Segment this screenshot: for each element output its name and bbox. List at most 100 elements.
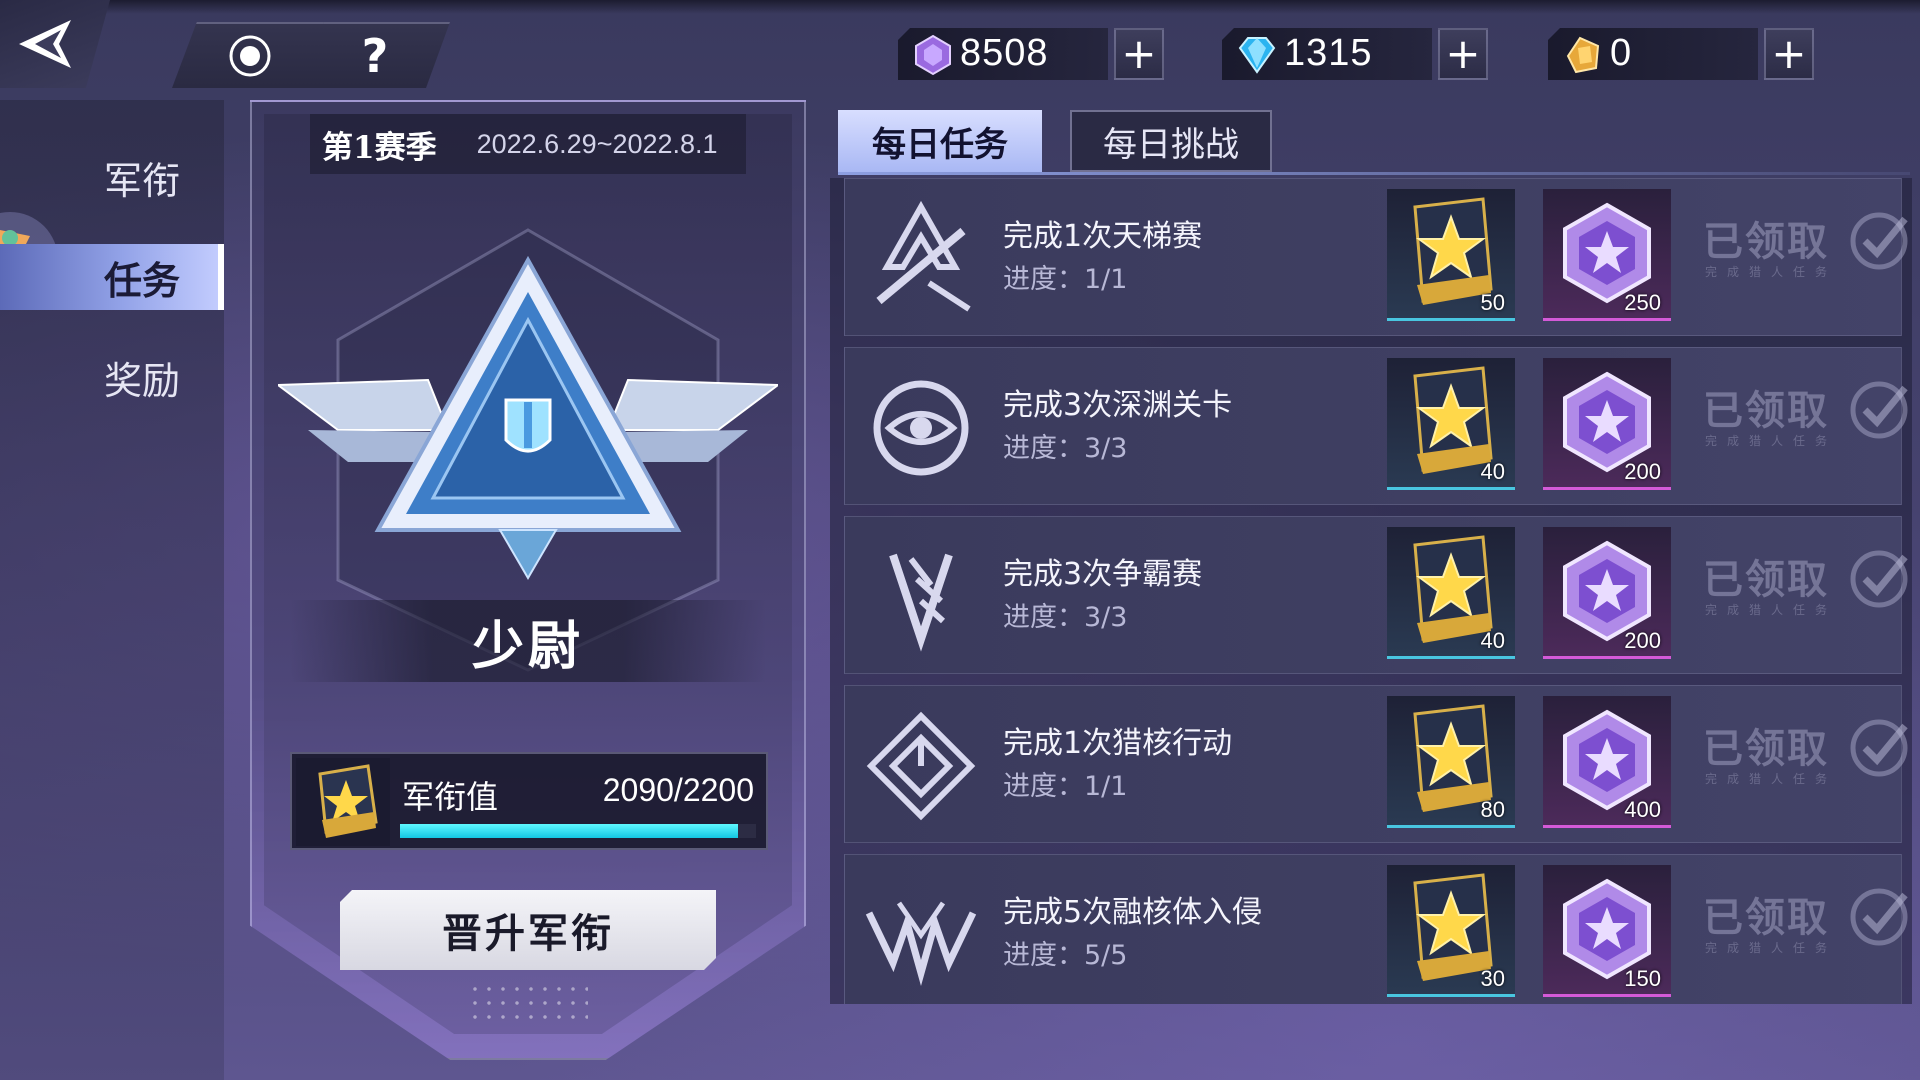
target-icon <box>229 35 270 77</box>
currency-gold-crystal: 0 + <box>1548 24 1814 84</box>
purple-gem-reward[interactable]: 400 <box>1543 696 1671 828</box>
task-title: 完成1次天梯赛 <box>1003 219 1203 254</box>
back-button[interactable] <box>0 0 110 88</box>
add-currency-button[interactable]: + <box>1438 28 1488 80</box>
checkmark-icon <box>1850 888 1908 946</box>
tab-daily-tasks[interactable]: 每日任务 <box>838 110 1042 172</box>
task-title: 完成3次深渊关卡 <box>1003 388 1233 423</box>
tab-daily-challenge[interactable]: 每日挑战 <box>1070 110 1272 172</box>
claimed-label: 已领取 <box>1703 894 1829 941</box>
season-title: 第1赛季 <box>322 129 437 166</box>
spiral-core-icon <box>866 711 976 821</box>
claimed-sublabel: 完成猎人任务 <box>1705 434 1838 448</box>
claimed-label: 已领取 <box>1703 387 1829 434</box>
claimed-sublabel: 完成猎人任务 <box>1705 603 1838 617</box>
claimed-sublabel: 完成猎人任务 <box>1705 265 1838 279</box>
reward-quantity: 30 <box>1480 966 1505 991</box>
reward-quantity: 250 <box>1624 290 1661 315</box>
task-row[interactable]: 完成1次天梯赛进度：1/1 50 250 已领取 完成猎人任务 <box>844 178 1908 336</box>
tab-underline <box>838 172 1910 175</box>
rank-exp-box: 军衔值 2090/2200 <box>290 752 768 850</box>
task-progress: 进度：5/5 <box>1003 940 1128 971</box>
claimed-status: 已领取 完成猎人任务 <box>1703 716 1908 816</box>
checkmark-icon <box>1850 550 1908 608</box>
rank-card-reward[interactable]: 40 <box>1387 358 1515 490</box>
checkmark-icon <box>1850 719 1908 777</box>
task-row[interactable]: 完成1次猎核行动进度：1/1 80 400 已领取 完成猎人任务 <box>844 685 1908 843</box>
reward-quantity: 40 <box>1480 628 1505 653</box>
claimed-sublabel: 完成猎人任务 <box>1705 941 1838 955</box>
claimed-status: 已领取 完成猎人任务 <box>1703 378 1908 478</box>
sidebar-item-rank[interactable]: 军衔 <box>0 144 224 210</box>
checkmark-icon <box>1850 381 1908 439</box>
currency-value: 8508 <box>960 32 1049 74</box>
back-arrow-icon <box>19 20 71 68</box>
purple-gem-reward[interactable]: 200 <box>1543 358 1671 490</box>
reward-quantity: 200 <box>1624 628 1661 653</box>
task-list[interactable]: 完成1次天梯赛 进度：1/1 50 250 已领取 完成猎人任务 完成3次深渊关卡 进度：3/… <box>830 178 1912 1004</box>
reward-quantity: 400 <box>1624 797 1661 822</box>
reward-quantity: 200 <box>1624 459 1661 484</box>
task-progress: 进度：3/3 <box>1003 433 1128 464</box>
purple-gem-icon <box>915 34 951 76</box>
rank-card-reward[interactable]: 80 <box>1387 696 1515 828</box>
reward-quantity: 80 <box>1480 797 1505 822</box>
reward-quantity: 150 <box>1624 966 1661 991</box>
add-currency-button[interactable]: + <box>1114 28 1164 80</box>
rank-card-reward[interactable]: 40 <box>1387 527 1515 659</box>
rank-exp-value: 2090/2200 <box>602 772 754 808</box>
decorative-dots <box>468 982 588 1022</box>
top-bar: ? 8508 + 1315 + 0 + <box>0 0 1920 100</box>
rank-name: 少尉 <box>471 615 584 677</box>
rank-card-icon <box>296 758 390 846</box>
blue-diamond-icon <box>1238 37 1276 74</box>
task-progress: 进度：3/3 <box>1003 602 1128 633</box>
help-icon: ? <box>361 29 389 83</box>
rank-exp-progress-fill <box>400 824 739 838</box>
claimed-status: 已领取 完成猎人任务 <box>1703 209 1908 309</box>
side-menu: 军衔 任务 奖励 <box>0 100 224 1080</box>
task-title: 完成5次融核体入侵 <box>1003 895 1263 930</box>
rank-panel: 第1赛季 2022.6.29~2022.8.1 少尉 军衔值 2090/2200 <box>250 100 806 1060</box>
gold-crystal-icon <box>1566 36 1600 74</box>
claimed-label: 已领取 <box>1703 218 1829 265</box>
add-currency-button[interactable]: + <box>1764 28 1814 80</box>
rank-exp-label: 军衔值 <box>402 778 499 816</box>
task-row[interactable]: 完成3次深渊关卡进度：3/3 40 200 已领取 完成猎人任务 <box>844 347 1908 505</box>
claimed-label: 已领取 <box>1703 725 1829 772</box>
currency-value: 1315 <box>1284 32 1373 74</box>
fusion-claw-icon <box>865 901 977 986</box>
claimed-sublabel: 完成猎人任务 <box>1705 772 1838 786</box>
sidebar-item-tasks[interactable]: 任务 <box>0 244 224 310</box>
purple-gem-reward[interactable]: 200 <box>1543 527 1671 659</box>
help-button[interactable]: ? <box>300 22 450 88</box>
promote-rank-button[interactable]: 晋升军衔 <box>340 890 716 970</box>
task-row[interactable]: 完成3次争霸赛进度：3/3 40 200 已领取 完成猎人任务 <box>844 516 1908 674</box>
rank-exp-progress-bar <box>400 824 756 838</box>
task-progress: 进度：1/1 <box>1003 264 1128 295</box>
reward-quantity: 50 <box>1480 290 1505 315</box>
task-progress: 进度：1/1 <box>1003 771 1128 802</box>
top-strip <box>0 0 1920 14</box>
claimed-label: 已领取 <box>1703 556 1829 603</box>
sword-icon <box>876 200 971 312</box>
season-dates: 2022.6.29~2022.8.1 <box>476 128 718 159</box>
checkmark-icon <box>1850 212 1908 270</box>
purple-gem-reward[interactable]: 150 <box>1543 865 1671 997</box>
task-title: 完成3次争霸赛 <box>1003 557 1203 592</box>
claw-shield-icon <box>889 553 953 652</box>
sidebar-item-rewards[interactable]: 奖励 <box>0 344 224 410</box>
claimed-status: 已领取 完成猎人任务 <box>1703 885 1908 985</box>
abyss-eye-icon <box>873 380 969 476</box>
currency-value: 0 <box>1610 32 1633 74</box>
reward-quantity: 40 <box>1480 459 1505 484</box>
rank-card-reward[interactable]: 50 <box>1387 189 1515 321</box>
currency-purple-gem: 8508 + <box>898 24 1164 84</box>
purple-gem-reward[interactable]: 250 <box>1543 189 1671 321</box>
season-bar: 第1赛季 2022.6.29~2022.8.1 <box>310 114 746 174</box>
currency-blue-diamond: 1315 + <box>1222 24 1488 84</box>
task-row[interactable]: 完成5次融核体入侵进度：5/5 30 150 已领取 完成猎人任务 <box>844 854 1908 1004</box>
claimed-status: 已领取 完成猎人任务 <box>1703 547 1908 647</box>
rank-card-reward[interactable]: 30 <box>1387 865 1515 997</box>
task-title: 完成1次猎核行动 <box>1003 726 1233 761</box>
